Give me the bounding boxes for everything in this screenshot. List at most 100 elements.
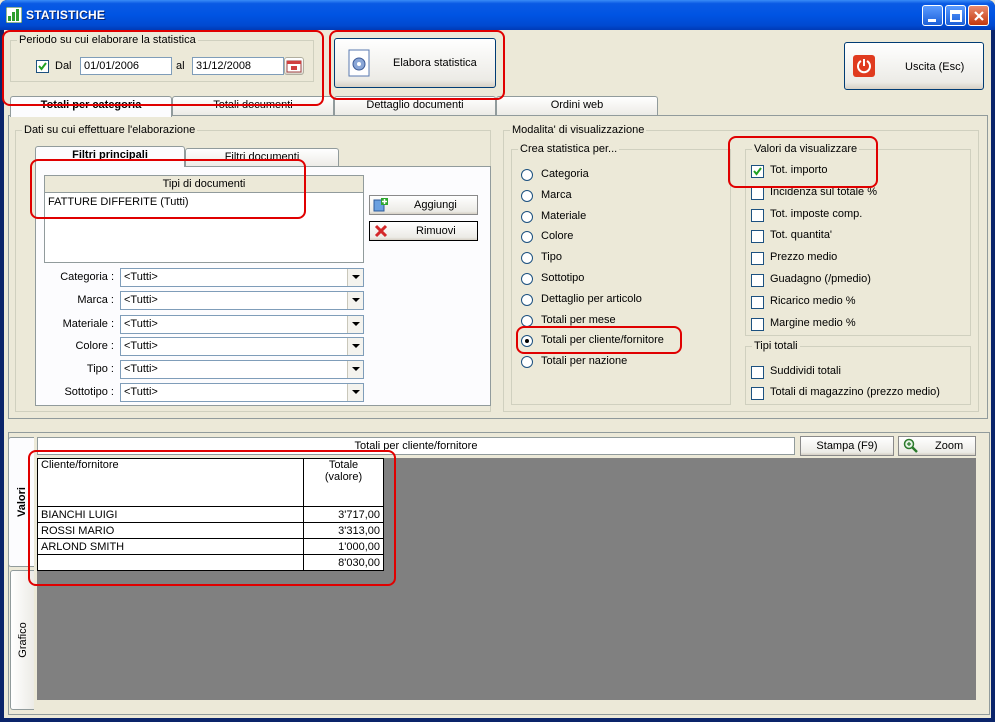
radio-option[interactable] <box>521 169 533 181</box>
categoria-select[interactable]: <Tutti> <box>120 268 364 287</box>
radio-option-label[interactable]: Sottotipo <box>541 272 584 284</box>
colore-select[interactable]: <Tutti> <box>120 337 364 356</box>
dropdown-arrow[interactable] <box>347 338 363 355</box>
radio-option[interactable] <box>521 273 533 285</box>
radio-option[interactable] <box>521 189 533 202</box>
cell-cliente[interactable]: ARLOND SMITH <box>37 538 304 555</box>
tab-dettaglio-documenti[interactable]: Dettaglio documenti <box>334 96 496 115</box>
checkbox-label[interactable]: Prezzo medio <box>770 251 837 263</box>
maximize-icon <box>950 10 962 22</box>
marca-select[interactable]: <Tutti> <box>120 291 364 310</box>
radio-option-label[interactable]: Categoria <box>541 168 589 180</box>
table-row[interactable]: ROSSI MARIO 3'313,00 <box>37 522 384 539</box>
cell-cliente[interactable] <box>37 554 304 571</box>
tab-filtri-principali[interactable]: Filtri principali <box>35 146 185 167</box>
list-item[interactable]: FATTURE DIFFERITE (Tutti) <box>48 196 189 208</box>
power-icon <box>853 55 875 77</box>
radio-option[interactable] <box>521 293 533 306</box>
remove-doc-type-button[interactable]: Rimuovi <box>369 221 478 241</box>
period-enable-checkbox[interactable] <box>36 60 49 73</box>
dropdown-arrow[interactable] <box>347 316 363 333</box>
calendar-button[interactable] <box>284 57 304 75</box>
title-bar[interactable]: STATISTICHE <box>0 0 995 30</box>
tab-totali-documenti[interactable]: Totali documenti <box>172 96 334 115</box>
radio-option-label[interactable]: Tipo <box>541 251 562 263</box>
cell-cliente[interactable]: ROSSI MARIO <box>37 522 304 539</box>
checkbox-label[interactable]: Margine medio % <box>770 317 856 329</box>
tab-grafico[interactable]: Grafico <box>10 570 34 710</box>
results-grid-area[interactable]: Cliente/fornitore Totale (valore) BIANCH… <box>37 458 976 700</box>
minimize-icon <box>928 19 936 22</box>
doc-types-header[interactable]: Tipi di documenti <box>45 176 363 193</box>
radio-option-label[interactable]: Totali per nazione <box>541 355 627 367</box>
checkbox[interactable] <box>751 230 764 244</box>
table-row[interactable]: ARLOND SMITH 1'000,00 <box>37 538 384 555</box>
column-header-cliente[interactable]: Cliente/fornitore <box>37 458 304 507</box>
cell-totale[interactable]: 1'000,00 <box>303 538 384 555</box>
remove-x-icon <box>374 224 388 238</box>
dropdown-arrow[interactable] <box>347 361 363 378</box>
dropdown-arrow[interactable] <box>347 269 363 286</box>
table-row[interactable]: BIANCHI LUIGI 3'717,00 <box>37 506 384 523</box>
checkbox-label[interactable]: Totali di magazzino (prezzo medio) <box>770 386 940 398</box>
checkbox-label[interactable]: Tot. imposte comp. <box>770 208 862 220</box>
checkbox[interactable] <box>751 186 764 200</box>
cell-totale[interactable]: 3'313,00 <box>303 522 384 539</box>
chevron-down-icon <box>352 275 360 279</box>
results-caption: Totali per cliente/fornitore <box>37 437 795 455</box>
to-date-field[interactable]: 31/12/2008 <box>192 57 284 75</box>
checkbox[interactable] <box>751 208 764 222</box>
exit-button[interactable]: Uscita (Esc) <box>844 42 984 90</box>
tab-ordini-web[interactable]: Ordini web <box>496 96 658 115</box>
checkbox[interactable] <box>751 366 764 379</box>
tab-valori[interactable]: Valori <box>8 437 34 567</box>
checkbox-label[interactable]: Tot. importo <box>770 164 827 176</box>
checkbox[interactable] <box>751 295 764 309</box>
doc-types-list[interactable]: Tipi di documenti FATTURE DIFFERITE (Tut… <box>44 175 364 263</box>
elabora-statistica-button[interactable]: Elabora statistica <box>334 38 496 88</box>
cell-grand-total[interactable]: 8'030,00 <box>303 554 384 571</box>
radio-option-label[interactable]: Totali per mese <box>541 314 616 326</box>
checkbox[interactable] <box>751 387 764 400</box>
radio-option-label[interactable]: Marca <box>541 189 572 201</box>
results-table[interactable]: Cliente/fornitore Totale (valore) BIANCH… <box>37 458 384 571</box>
sottotipo-select[interactable]: <Tutti> <box>120 383 364 402</box>
radio-option[interactable] <box>521 210 533 223</box>
exit-label: Uscita (Esc) <box>905 61 965 73</box>
filter-label-tipo: Tipo : <box>86 363 114 375</box>
checkbox-label[interactable]: Tot. quantita' <box>770 229 832 241</box>
maximize-button[interactable] <box>945 5 966 26</box>
from-date-field[interactable]: 01/01/2006 <box>80 57 172 75</box>
radio-option-label[interactable]: Colore <box>541 230 573 242</box>
add-doc-type-button[interactable]: Aggiungi <box>369 195 478 215</box>
checkbox-label[interactable]: Ricarico medio % <box>770 295 856 307</box>
tab-totali-per-categoria[interactable]: Totali per categoria <box>10 96 172 117</box>
radio-option-label[interactable]: Materiale <box>541 210 586 222</box>
radio-option-label[interactable]: Totali per cliente/fornitore <box>541 334 664 346</box>
cell-totale[interactable]: 3'717,00 <box>303 506 384 523</box>
calendar-icon <box>286 60 302 73</box>
radio-option-label[interactable]: Dettaglio per articolo <box>541 293 642 305</box>
checkbox-label[interactable]: Guadagno (/pmedio) <box>770 273 871 285</box>
checkbox[interactable] <box>751 274 764 287</box>
column-header-totale[interactable]: Totale (valore) <box>303 458 384 507</box>
zoom-button[interactable]: Zoom <box>898 436 976 456</box>
to-label: al <box>176 60 185 72</box>
dropdown-arrow[interactable] <box>347 384 363 401</box>
radio-option[interactable] <box>521 314 533 327</box>
checkbox[interactable] <box>751 165 764 178</box>
sottotipo-value: <Tutti> <box>124 386 158 398</box>
checkbox[interactable] <box>751 317 764 331</box>
dropdown-arrow[interactable] <box>347 292 363 309</box>
checkbox-label[interactable]: Incidenza sul totale % <box>770 186 877 198</box>
table-row-total[interactable]: 8'030,00 <box>37 554 384 571</box>
checkbox-label[interactable]: Suddividi totali <box>770 365 841 377</box>
print-button[interactable]: Stampa (F9) <box>800 436 894 456</box>
close-button[interactable] <box>968 5 989 26</box>
minimize-button[interactable] <box>922 5 943 26</box>
cell-cliente[interactable]: BIANCHI LUIGI <box>37 506 304 523</box>
tipo-select[interactable]: <Tutti> <box>120 360 364 379</box>
checkbox[interactable] <box>751 252 764 266</box>
materiale-select[interactable]: <Tutti> <box>120 315 364 334</box>
tab-filtri-documenti[interactable]: Filtri documenti <box>185 148 339 167</box>
